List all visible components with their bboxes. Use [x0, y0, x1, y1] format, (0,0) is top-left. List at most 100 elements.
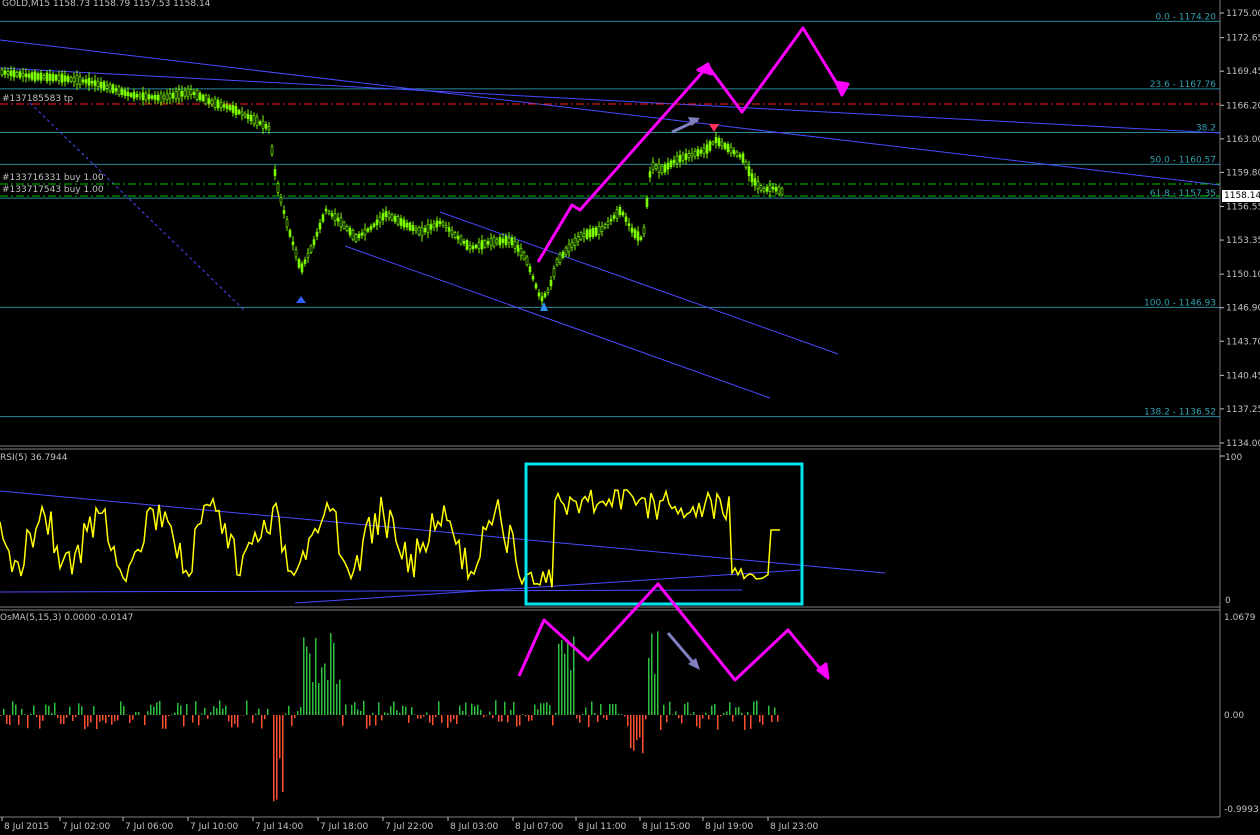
osma-bar	[246, 700, 248, 715]
osma-bar	[6, 715, 8, 724]
price-axis[interactable]: 1175.00 1172.65 1169.45 1166.20 1163.00 1159.…	[1220, 9, 1260, 449]
candle-body	[153, 95, 157, 100]
fibonacci-levels[interactable]: 0.0 - 1174.2023.6 - 1167.7638.250.0 - 11…	[0, 12, 1220, 418]
candle-body	[330, 213, 334, 217]
grey-arrow-up	[671, 117, 700, 134]
candle-body	[522, 251, 526, 260]
candle-body	[81, 79, 85, 83]
candle-body	[264, 124, 268, 129]
candle-body	[255, 116, 259, 126]
osma-bar	[435, 715, 437, 718]
candle-body	[573, 238, 577, 246]
osma-bar	[390, 706, 392, 715]
osma-bar	[216, 708, 218, 715]
osma-histogram[interactable]	[0, 631, 779, 802]
candle-body	[201, 94, 205, 102]
osma-bar	[744, 715, 746, 730]
osma-bar	[384, 712, 386, 715]
osma-bar	[375, 715, 377, 726]
candle-body	[372, 223, 376, 227]
osma-bar	[177, 702, 179, 715]
osma-bar	[354, 702, 356, 715]
osma-bar	[498, 715, 500, 722]
candle-body	[678, 154, 682, 163]
candle-body	[606, 221, 610, 225]
candle-body	[306, 252, 310, 258]
candle-body	[699, 149, 703, 154]
time-axis-label: 7 Jul 18:00	[320, 822, 369, 832]
osma-bar	[234, 715, 236, 724]
candle-body	[729, 146, 733, 154]
candle-body	[270, 146, 274, 155]
osma-bar	[282, 715, 284, 793]
candle-body	[627, 223, 631, 226]
osma-bar	[99, 715, 101, 722]
time-axis-label: 8 Jul 19:00	[705, 822, 754, 832]
candle-body	[243, 113, 247, 117]
price-pane[interactable]: 0.0 - 1174.2023.6 - 1167.7638.250.0 - 11…	[0, 12, 1260, 418]
candle-body	[93, 80, 97, 87]
osma-header: OsMA(5,15,3) 0.0000 -0.0147	[0, 613, 133, 623]
rsi-line[interactable]	[0, 488, 780, 588]
candle-body	[195, 90, 199, 100]
osma-bar	[297, 711, 299, 715]
candle-body	[441, 222, 445, 226]
osma-bar	[300, 706, 302, 715]
osma-bar	[483, 715, 485, 718]
candle-body	[312, 239, 316, 246]
candle-body	[129, 93, 133, 97]
candle-body	[114, 88, 118, 92]
osma-bar	[0, 715, 2, 716]
osma-bar	[414, 714, 416, 715]
candle-body	[225, 104, 229, 109]
rsi-pane[interactable]	[0, 455, 1225, 606]
osma-bar	[756, 700, 758, 715]
osma-bar	[633, 715, 635, 751]
candle-body	[705, 144, 709, 154]
osma-bar	[195, 701, 197, 715]
osma-bar	[684, 703, 686, 715]
chart-canvas[interactable]: 0.0 - 1174.2023.6 - 1167.7638.250.0 - 11…	[0, 0, 1260, 835]
osma-bar	[621, 714, 623, 715]
osma-bar	[492, 715, 494, 719]
candle-body	[126, 91, 130, 97]
osma-bar	[753, 701, 755, 715]
osma-bar	[705, 712, 707, 715]
candle-body	[429, 224, 433, 230]
candle-body	[636, 231, 640, 241]
osma-bar	[327, 679, 329, 715]
candle-body	[708, 141, 712, 151]
osma-bar	[12, 701, 14, 715]
osma-bar	[45, 704, 47, 715]
candle-body	[171, 92, 175, 99]
osma-bar	[201, 713, 203, 715]
osma-bar	[441, 715, 443, 723]
price-axis-label: 1166.20	[1226, 101, 1260, 111]
candle-body	[273, 169, 277, 176]
osma-bar	[681, 715, 683, 724]
candlestick-series[interactable]	[0, 65, 784, 306]
time-axis[interactable]: 8 Jul 2015 7 Jul 02:00 7 Jul 06:00 7 Jul 10…	[1, 817, 819, 832]
candle-body	[600, 226, 604, 232]
candle-body	[519, 248, 523, 256]
fibo-level-label: 61.8 - 1157.35	[1150, 189, 1216, 199]
candle-body	[555, 258, 559, 266]
candle-body	[672, 159, 676, 164]
osma-bar	[42, 715, 44, 721]
osma-bar	[489, 711, 491, 715]
osma-bar	[624, 715, 626, 717]
osma-bar	[198, 715, 200, 726]
candle-body	[633, 229, 637, 238]
candle-body	[765, 186, 769, 192]
candle-body	[21, 73, 25, 77]
osma-bar	[75, 715, 77, 718]
candle-body	[249, 114, 253, 122]
osma-bar	[396, 710, 398, 715]
osma-bar	[465, 702, 467, 715]
candle-body	[420, 226, 424, 237]
candle-body	[723, 142, 727, 150]
candle-body	[18, 71, 22, 78]
order-lines[interactable]	[0, 103, 1220, 197]
candle-body	[435, 220, 439, 228]
osma-bar	[768, 705, 770, 715]
